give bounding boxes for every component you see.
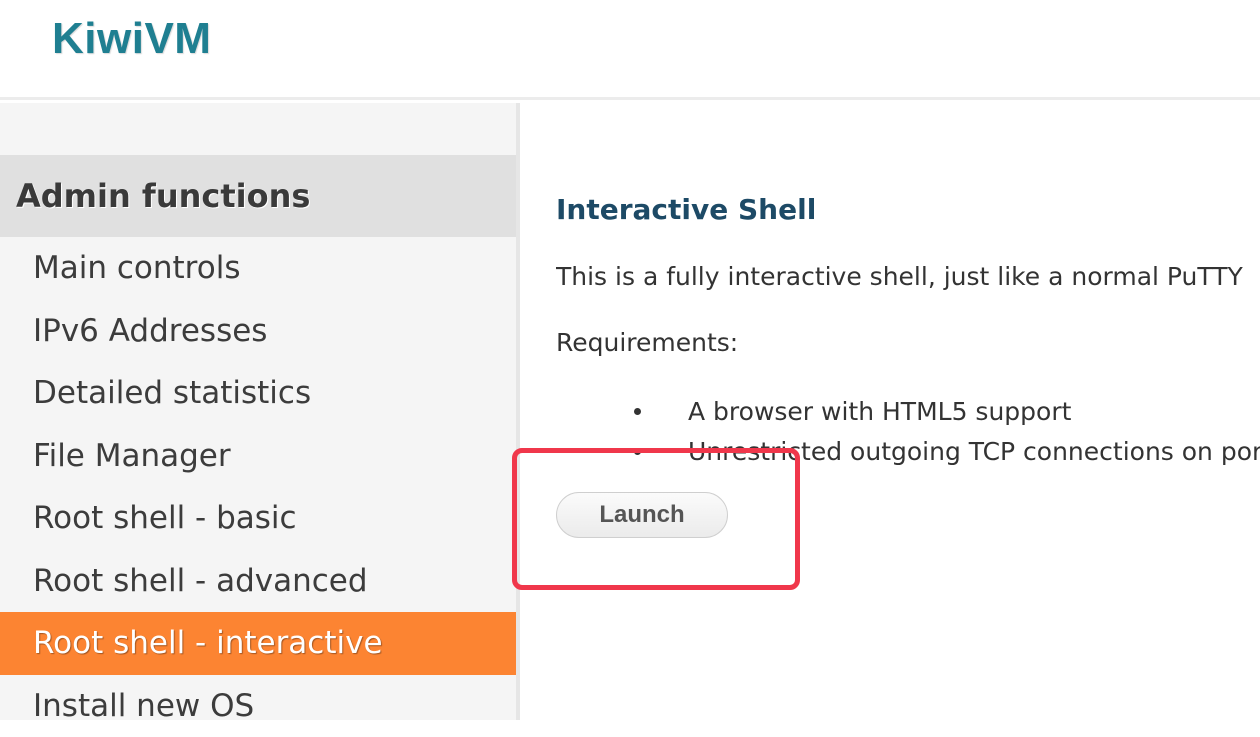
sidebar-heading: Admin functions [0,155,516,237]
sidebar-item-install-new-os[interactable]: Install new OS [0,675,516,737]
sidebar-item-detailed-statistics[interactable]: Detailed statistics [0,362,516,425]
sidebar: Admin functions Main controls IPv6 Addre… [0,103,516,720]
page-title: Interactive Shell [556,193,816,226]
sidebar-item-main-controls[interactable]: Main controls [0,237,516,300]
sidebar-divider [516,103,520,720]
sidebar-item-ipv6-addresses[interactable]: IPv6 Addresses [0,300,516,363]
requirements-list: A browser with HTML5 support Unrestricte… [556,391,1260,471]
launch-button[interactable]: Launch [556,492,728,538]
requirement-text: Unrestricted outgoing TCP connections on… [688,437,1260,466]
sidebar-menu: Main controls IPv6 Addresses Detailed st… [0,237,516,737]
sidebar-item-file-manager[interactable]: File Manager [0,425,516,488]
requirements-label: Requirements: [556,328,738,357]
shell-description: This is a fully interactive shell, just … [556,262,1243,291]
requirement-text: A browser with HTML5 support [688,397,1071,426]
list-item: Unrestricted outgoing TCP connections on… [556,431,1260,471]
sidebar-item-root-shell-advanced[interactable]: Root shell - advanced [0,550,516,613]
bullet-icon [634,448,641,455]
kiwivm-logo[interactable]: KiwiVM [52,14,211,64]
sidebar-item-root-shell-interactive[interactable]: Root shell - interactive [0,612,516,675]
header: KiwiVM [0,0,1260,100]
list-item: A browser with HTML5 support [556,391,1260,431]
bullet-icon [634,408,641,415]
sidebar-item-root-shell-basic[interactable]: Root shell - basic [0,487,516,550]
main-content: Interactive Shell This is a fully intera… [556,103,1260,720]
